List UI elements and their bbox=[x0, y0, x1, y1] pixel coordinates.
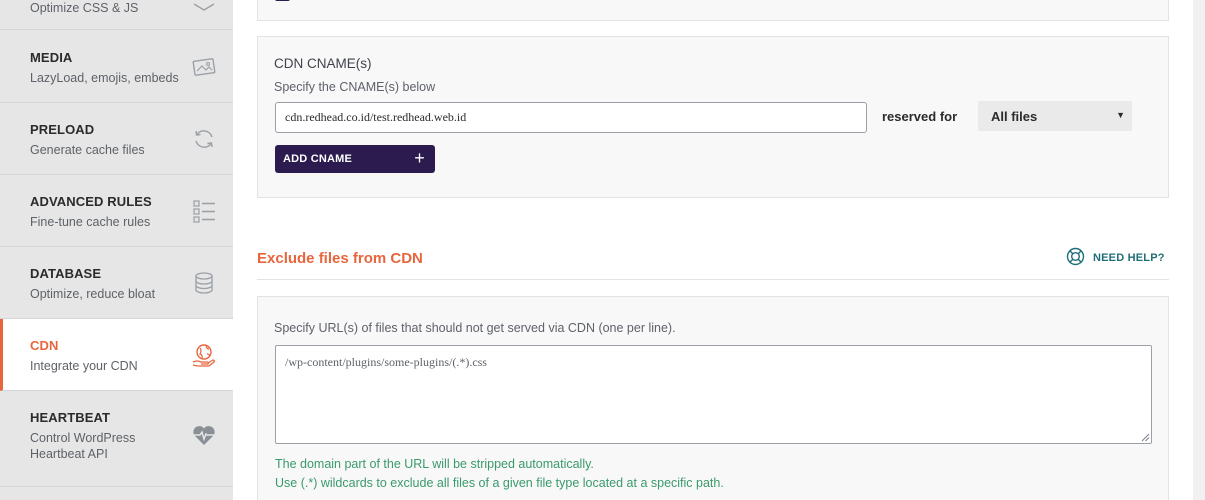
sidebar-item-file-optimization[interactable]: Optimize CSS & JS bbox=[0, 0, 233, 30]
sidebar-item-media[interactable]: MEDIA LazyLoad, emojis, embeds bbox=[0, 31, 233, 103]
dropdown-arrow-icon: ▼ bbox=[1116, 110, 1125, 120]
checkbox[interactable] bbox=[275, 0, 290, 1]
resize-grip-icon[interactable] bbox=[1141, 433, 1150, 442]
image-icon bbox=[191, 54, 217, 80]
sidebar-item-cdn[interactable]: CDN Integrate your CDN bbox=[0, 319, 233, 391]
cdn-settings-content: CDN CNAME(s) Specify the CNAME(s) below … bbox=[233, 0, 1193, 500]
cdn-cname-title: CDN CNAME(s) bbox=[274, 56, 372, 71]
plus-icon: + bbox=[414, 148, 425, 168]
cdn-cname-description: Specify the CNAME(s) below bbox=[274, 80, 436, 94]
database-icon bbox=[191, 270, 217, 296]
exclude-note-domain: The domain part of the URL will be strip… bbox=[275, 457, 594, 471]
sidebar-item-subtitle: Control WordPress Heartbeat API bbox=[30, 431, 136, 461]
reserved-for-select[interactable]: All files ▼ bbox=[978, 101, 1132, 131]
reserved-for-selected-value: All files bbox=[991, 109, 1038, 124]
need-help-label: NEED HELP? bbox=[1093, 252, 1165, 264]
add-cname-label: ADD CNAME bbox=[283, 153, 353, 165]
page-scrollbar[interactable] bbox=[1193, 0, 1205, 500]
cname-input[interactable] bbox=[275, 102, 867, 133]
section-divider bbox=[257, 279, 1169, 280]
sidebar-item-heartbeat[interactable]: HEARTBEAT Control WordPress Heartbeat AP… bbox=[0, 391, 233, 487]
exclude-note-wildcards: Use (.*) wildcards to exclude all files … bbox=[275, 476, 724, 490]
exclude-files-panel: Specify URL(s) of files that should not … bbox=[257, 296, 1169, 500]
sidebar-item-advanced-rules[interactable]: ADVANCED RULES Fine-tune cache rules bbox=[0, 175, 233, 247]
previous-option-panel bbox=[257, 0, 1169, 21]
add-cname-button[interactable]: ADD CNAME + bbox=[275, 145, 435, 173]
refresh-icon bbox=[191, 126, 217, 152]
heart-pulse-icon bbox=[191, 422, 217, 448]
exclude-files-description: Specify URL(s) of files that should not … bbox=[274, 321, 676, 335]
cdn-cname-panel: CDN CNAME(s) Specify the CNAME(s) below … bbox=[257, 36, 1169, 198]
code-icon bbox=[191, 0, 217, 16]
settings-sidebar: Optimize CSS & JS MEDIA LazyLoad, emojis… bbox=[0, 0, 233, 500]
exclude-files-heading: Exclude files from CDN bbox=[257, 250, 423, 267]
globe-hand-icon bbox=[191, 342, 217, 368]
sidebar-item-database[interactable]: DATABASE Optimize, reduce bloat bbox=[0, 247, 233, 319]
reserved-for-label: reserved for bbox=[882, 109, 958, 124]
checklist-icon bbox=[191, 198, 217, 224]
exclude-files-textarea[interactable] bbox=[275, 345, 1152, 444]
sidebar-item-preload[interactable]: PRELOAD Generate cache files bbox=[0, 103, 233, 175]
lifebuoy-icon bbox=[1066, 247, 1085, 266]
